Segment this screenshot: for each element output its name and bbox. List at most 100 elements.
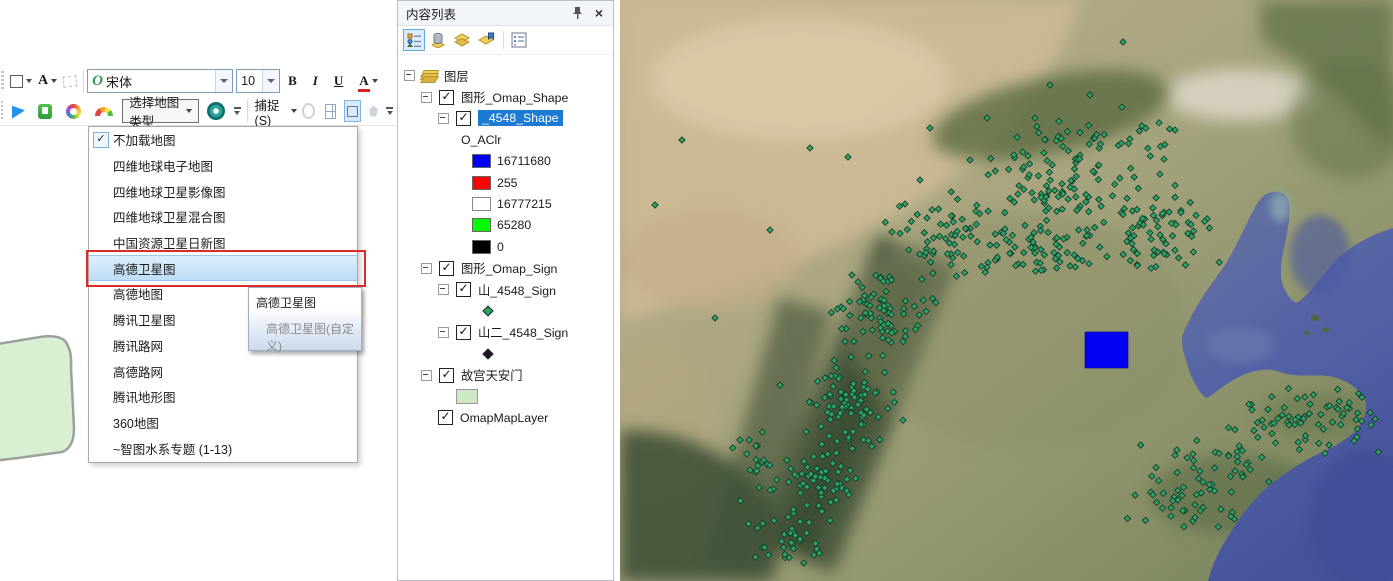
expander-icon[interactable] (421, 370, 432, 381)
menu-item[interactable]: 360地图 (89, 410, 357, 436)
tree-row[interactable]: 65280 (398, 215, 613, 236)
tree-row[interactable]: 255 (398, 172, 613, 193)
close-icon[interactable]: × (591, 5, 607, 21)
layer-checkbox[interactable]: ✓ (456, 111, 471, 126)
color-wheel-button[interactable] (60, 100, 87, 122)
layer-checkbox[interactable]: ✓ (439, 368, 454, 383)
menu-item[interactable]: 四维地球卫星混合图 (89, 204, 357, 230)
map-type-button[interactable]: 选择地图类型 (122, 99, 199, 123)
expander-icon[interactable] (438, 284, 449, 295)
menu-item-label: 中国资源卫星日新图 (113, 233, 226, 252)
green-polygon-feature (0, 336, 74, 461)
tree-row[interactable]: ✓_4548_Shape (398, 108, 613, 129)
expander-icon[interactable] (404, 70, 415, 81)
font-size-combobox[interactable]: 10 (236, 69, 280, 93)
tree-row[interactable]: ✓山二_4548_Sign (398, 322, 613, 343)
diamond-symbol (482, 348, 493, 359)
app-window: { "toolbar": { "font_value": "宋体", "font… (0, 0, 1393, 581)
layer-checkbox[interactable]: ✓ (456, 325, 471, 340)
color-swatch (472, 154, 491, 168)
tree-row[interactable]: O_AClr (398, 129, 613, 150)
green-tool-button[interactable] (32, 100, 58, 122)
list-by-selection-icon[interactable] (475, 29, 497, 51)
font-family-combobox[interactable]: O 宋体 (87, 69, 233, 93)
font-size-dropdown-icon[interactable] (262, 70, 279, 92)
pin-icon[interactable] (569, 5, 585, 21)
select-shape-button[interactable] (61, 70, 79, 92)
layer-label: 65280 (497, 218, 531, 232)
tree-row[interactable]: ✓故宫天安门 (398, 364, 613, 385)
color-swatch (472, 197, 491, 211)
expander-icon[interactable] (421, 92, 432, 103)
tree-row[interactable]: ✓图形_Omap_Shape (398, 86, 613, 107)
menu-item[interactable]: ✓不加载地图 (89, 127, 357, 153)
list-by-source-icon[interactable] (427, 29, 449, 51)
tree-row[interactable] (398, 300, 613, 321)
list-by-visibility-icon[interactable] (451, 29, 473, 51)
underline-button[interactable]: U (327, 70, 350, 92)
layer-checkbox[interactable]: ✓ (438, 410, 453, 425)
text-style-button[interactable]: A (36, 70, 59, 92)
menu-item[interactable]: ~智图水系专题 (1-13) (89, 435, 357, 461)
menu-item-label: 高德路网 (113, 362, 163, 381)
expander-icon[interactable] (438, 327, 449, 338)
font-family-dropdown-icon[interactable] (215, 70, 232, 92)
map-view[interactable] (620, 0, 1393, 581)
list-by-drawing-order-icon[interactable] (403, 29, 425, 51)
shape-style-button[interactable] (8, 70, 34, 92)
toolbar-overflow-button[interactable] (234, 107, 241, 115)
menu-item[interactable]: 腾讯地形图 (89, 384, 357, 410)
bold-button[interactable]: B (281, 70, 304, 92)
expander-icon[interactable] (421, 263, 432, 274)
layer-label: 255 (497, 176, 518, 190)
font-color-button[interactable]: A (352, 70, 379, 92)
expander-icon[interactable] (438, 113, 449, 124)
rectangle-icon (347, 106, 358, 117)
send-button[interactable] (7, 100, 30, 122)
layer-checkbox[interactable]: ✓ (439, 90, 454, 105)
tree-row[interactable] (398, 343, 613, 364)
rainbow-button[interactable] (89, 100, 119, 122)
layer-checkbox[interactable]: ✓ (456, 282, 471, 297)
snap-polygon-icon[interactable] (369, 106, 378, 117)
snap-point-icon[interactable] (302, 103, 315, 119)
tree-row[interactable]: ✓ 山_4548_Sign (398, 279, 613, 300)
snap-grid-icon[interactable] (325, 104, 337, 119)
contents-panel-titlebar: 内容列表 × (398, 1, 613, 26)
toolbar-overflow-button[interactable] (386, 107, 393, 115)
menu-item-label: ~智图水系专题 (1-13) (113, 439, 232, 458)
layers-group-icon (422, 70, 438, 82)
tree-row[interactable]: 16711680 (398, 151, 613, 172)
tree-row[interactable]: 16777215 (398, 193, 613, 214)
menu-item-label: 腾讯卫星图 (113, 310, 176, 329)
tree-row[interactable]: ✓OmapMapLayer (398, 407, 613, 428)
target-tool-button[interactable] (202, 100, 230, 122)
square-style-icon (10, 75, 23, 88)
menu-item[interactable]: 高德卫星图 (89, 255, 357, 281)
menu-item-label: 不加载地图 (113, 130, 176, 149)
menu-item[interactable]: 高德路网 (89, 358, 357, 384)
tree-row[interactable]: 0 (398, 236, 613, 257)
layer-checkbox[interactable]: ✓ (439, 261, 454, 276)
contents-panel-toolbar (398, 26, 613, 55)
menu-item-label: 腾讯路网 (113, 336, 163, 355)
menu-item-label: 腾讯地形图 (113, 387, 176, 406)
tree-row[interactable]: ✓ 图形_Omap_Sign (398, 258, 613, 279)
layer-label: 山_4548_Sign (478, 281, 556, 299)
menu-item[interactable]: 四维地球电子地图 (89, 153, 357, 179)
toolbar-grip[interactable] (1, 101, 3, 121)
menu-item[interactable]: 四维地球卫星影像图 (89, 178, 357, 204)
menu-item[interactable]: 中国资源卫星日新图 (89, 230, 357, 256)
menu-item-label: 高德卫星图 (113, 259, 176, 278)
layer-label: 图形_Omap_Sign (461, 259, 557, 277)
italic-button[interactable]: I (306, 70, 325, 92)
tree-row[interactable] (398, 386, 613, 407)
tree-row[interactable]: 图层 (398, 65, 613, 86)
map-type-tooltip: 高德卫星图 高德卫星图(自定义) (248, 287, 362, 351)
toolbar-grip[interactable] (1, 71, 4, 91)
snap-rectangle-button[interactable] (344, 100, 361, 122)
font-brand-icon: O (92, 73, 103, 90)
snap-button[interactable]: 捕捉(S) (255, 95, 286, 128)
options-list-icon[interactable] (508, 29, 530, 51)
green-badge-icon (38, 104, 52, 119)
